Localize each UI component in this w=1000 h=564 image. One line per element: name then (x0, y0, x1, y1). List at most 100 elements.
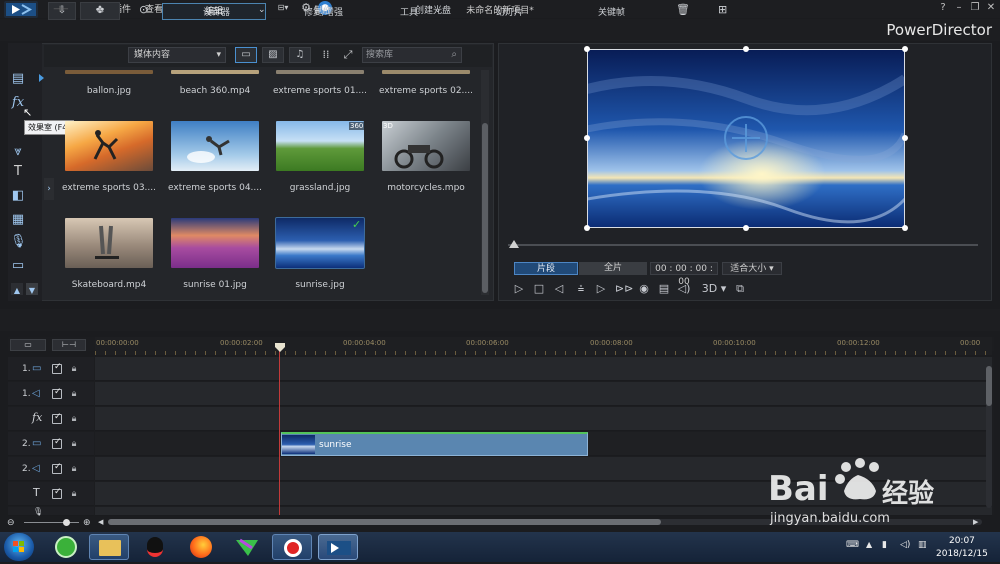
voiceover-icon[interactable]: 🎙 (10, 234, 27, 250)
content-select[interactable]: 媒体内容 ▾ (128, 47, 226, 63)
zoom-slider[interactable] (24, 522, 79, 523)
track-manager-icon[interactable]: ▭ (10, 339, 46, 351)
zoom-slider-knob[interactable] (63, 519, 70, 526)
track-enable-checkbox[interactable] (52, 412, 62, 424)
thumb-motorcycles[interactable] (382, 121, 470, 171)
fast-forward-icon[interactable]: ⊳⊳ (615, 282, 633, 296)
zoom-in-icon[interactable]: ⊕ (83, 518, 91, 528)
thumb-ballon[interactable] (65, 70, 153, 74)
resize-handle[interactable] (584, 46, 590, 52)
crop-icon[interactable]: ⌗ (97, 3, 104, 18)
zoom-out-icon[interactable]: ⊖ (7, 518, 15, 528)
tab-create-disc[interactable]: 创建光盘 (381, 3, 485, 20)
close-icon[interactable]: ✕ (984, 1, 998, 15)
restore-icon[interactable]: ❐ (968, 1, 982, 15)
movie-mode-button[interactable]: 全片 (579, 262, 647, 275)
fit-timeline-icon[interactable]: ⊢⊣ (52, 339, 86, 351)
resize-handle[interactable] (902, 135, 908, 141)
thumb-skateboard[interactable] (65, 218, 153, 268)
chevron-down-icon[interactable]: ⌄ (258, 5, 266, 15)
designer-button[interactable]: 设计器 (203, 5, 230, 18)
slider-handle-icon[interactable] (509, 240, 519, 248)
tools-button[interactable]: 工具 (400, 5, 418, 18)
scroll-down-icon[interactable]: ▼ (26, 283, 38, 295)
help-icon[interactable]: ? (936, 1, 950, 15)
zoom-select[interactable]: 适合大小 ▾ (722, 262, 782, 275)
thumb-extreme-03[interactable] (65, 121, 153, 171)
scroll-up-icon[interactable]: ▲ (11, 283, 23, 295)
taskbar-powerdirector[interactable] (318, 534, 358, 560)
media-room-icon[interactable]: ▤ (10, 71, 26, 87)
more-icon[interactable]: ⊞ (718, 3, 727, 16)
volume-icon[interactable]: ◁) (677, 282, 691, 296)
thumb-extreme-04[interactable] (171, 121, 259, 171)
play-icon[interactable]: ▷ (512, 282, 526, 296)
delete-icon[interactable]: 🗑 (676, 3, 690, 16)
chapter-room-icon[interactable]: ▭ (10, 258, 26, 274)
transition-room-icon[interactable]: ◧ (10, 188, 26, 204)
tray-clock[interactable]: 20:07 2018/12/15 (936, 535, 988, 561)
next-frame-icon[interactable]: ▷ (594, 282, 608, 296)
network-icon[interactable]: ▥ (918, 540, 927, 550)
search-input[interactable]: 搜索库 ⌕ (362, 47, 462, 63)
chevron-down-icon[interactable]: ⌄ (434, 5, 442, 15)
taskbar-explorer[interactable] (89, 534, 129, 560)
track-lane[interactable] (95, 382, 992, 406)
timecode-display[interactable]: 00 : 00 : 00 : 00 (650, 262, 718, 287)
expand-panel-icon[interactable]: › (44, 178, 54, 200)
thumb-extreme-02[interactable] (382, 70, 470, 74)
audio-mixing-icon[interactable]: ▦ (10, 212, 26, 228)
resize-handle[interactable] (584, 225, 590, 231)
snapshot-icon[interactable]: ◉ (637, 282, 651, 296)
track-enable-checkbox[interactable] (52, 462, 62, 474)
start-button[interactable] (4, 533, 34, 561)
tray-expand-icon[interactable]: ▲ (866, 540, 872, 549)
track-enable-checkbox[interactable] (52, 487, 62, 499)
timeline-vscroll-thumb[interactable] (986, 366, 992, 406)
playhead-marker[interactable] (275, 343, 285, 353)
lock-icon[interactable]: 🔒︎ (69, 464, 79, 474)
thumb-beach-360[interactable] (171, 70, 259, 74)
track-lane[interactable] (95, 357, 992, 381)
filter-audio-icon[interactable]: ♫ (289, 47, 311, 63)
filter-video-icon[interactable]: ▭ (235, 47, 257, 63)
preview-time-slider[interactable] (508, 244, 978, 246)
thumb-extreme-01[interactable] (276, 70, 364, 74)
track-enable-checkbox[interactable] (52, 437, 62, 449)
keyframe-button[interactable]: 关键帧 (598, 5, 625, 18)
lock-icon[interactable]: 🔒︎ (69, 439, 79, 449)
clip-mode-button[interactable]: 片段 (514, 262, 578, 275)
scroll-left-icon[interactable]: ◀ (98, 518, 103, 526)
slideshow-button[interactable]: 幻灯片 (496, 5, 523, 18)
particle-room-icon[interactable]: ⩔ (10, 144, 26, 160)
minimize-icon[interactable]: – (952, 1, 966, 15)
thumb-sunrise-01[interactable] (171, 218, 259, 268)
track-enable-checkbox[interactable] (52, 387, 62, 399)
stop-icon[interactable]: □ (532, 282, 546, 296)
expand-view-icon[interactable]: ⤢ (341, 48, 355, 62)
taskbar-qq[interactable] (140, 534, 170, 560)
thumb-sunrise[interactable] (275, 217, 365, 269)
taskbar-recorder[interactable] (272, 534, 312, 560)
3d-mode-button[interactable]: 3D ▾ (700, 282, 728, 296)
resize-handle[interactable] (743, 46, 749, 52)
previous-frame-icon[interactable]: ◁ (552, 282, 566, 296)
keyboard-icon[interactable]: ⌨ (846, 540, 859, 550)
split-track-icon[interactable]: ⊣⊢ (53, 5, 69, 15)
subtitle-icon[interactable]: ▤ (657, 282, 671, 296)
power-icon[interactable]: ▮ (882, 540, 887, 550)
speaker-icon[interactable]: ◁) (900, 540, 910, 550)
grid-view-icon[interactable]: ⁞⁞ (319, 48, 333, 62)
lock-icon[interactable]: 🔒︎ (69, 414, 79, 424)
resize-handle[interactable] (902, 46, 908, 52)
filter-image-icon[interactable]: ▨ (262, 47, 284, 63)
title-room-icon[interactable]: T (10, 164, 26, 180)
taskbar-app-green[interactable] (230, 534, 264, 560)
timer-icon[interactable]: ⊙ (139, 3, 148, 16)
track-enable-checkbox[interactable] (52, 362, 62, 374)
lock-icon[interactable]: 🔒︎ (69, 389, 79, 399)
resize-handle[interactable] (902, 225, 908, 231)
resize-handle[interactable] (743, 225, 749, 231)
timeline-hscroll-thumb[interactable] (108, 519, 661, 525)
split-icon[interactable]: ⩮ (574, 282, 588, 296)
